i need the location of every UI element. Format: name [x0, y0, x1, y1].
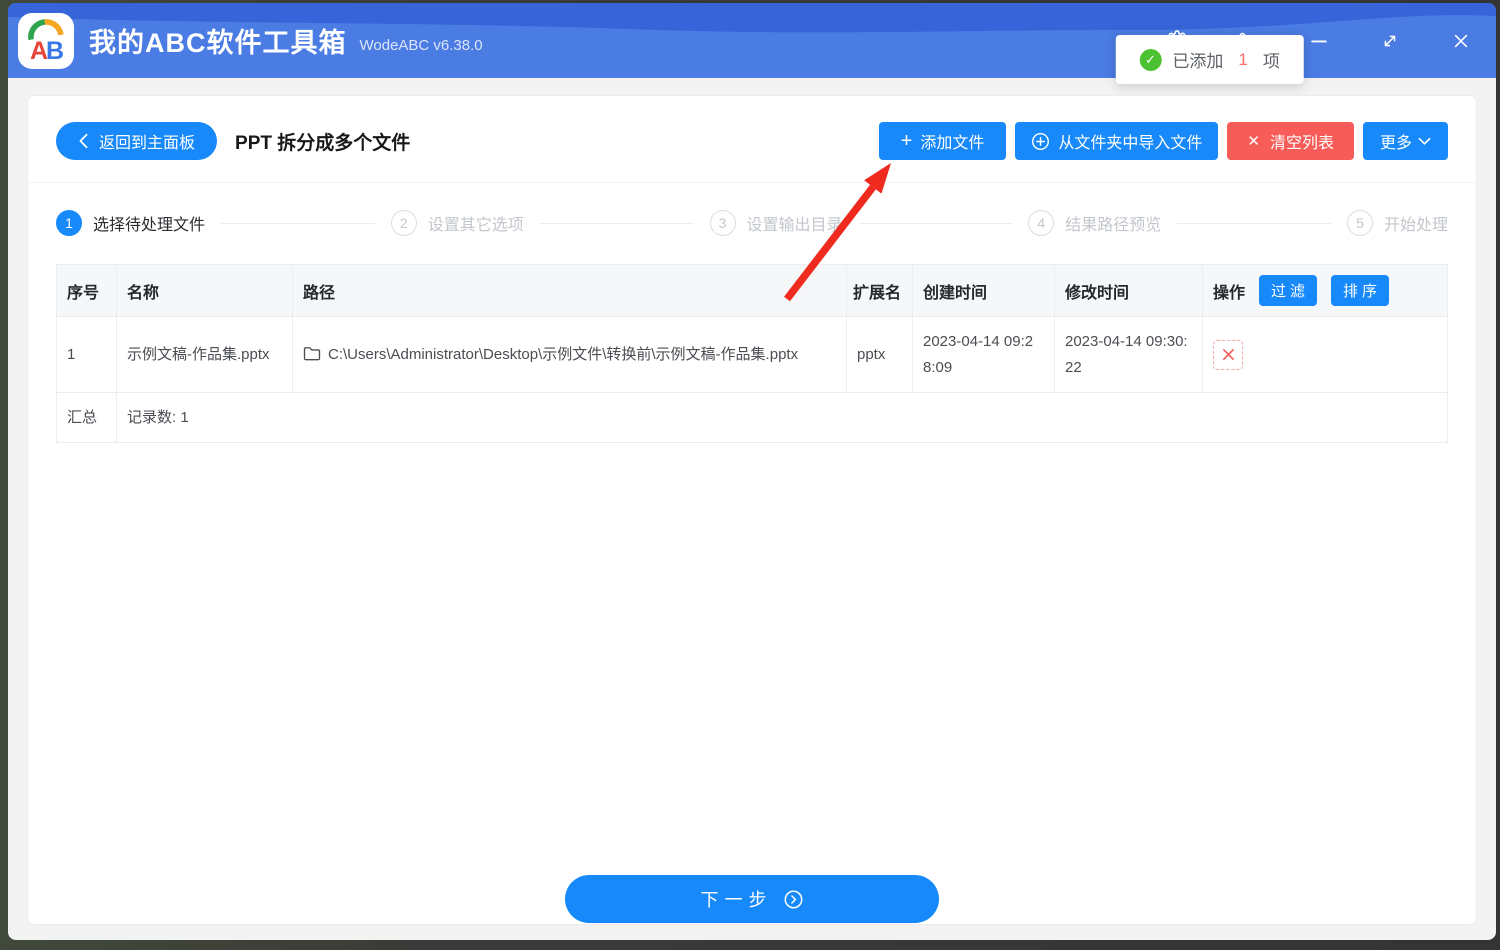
file-table: 序号 名称 路径 扩展名 创建时间 修改时间 操作 过滤 排序 1 示例文稿-作…: [56, 264, 1448, 443]
step-5-number: 5: [1347, 210, 1373, 236]
step-connector: [1177, 222, 1331, 224]
add-files-label: 添加文件: [920, 135, 985, 152]
delete-row-button[interactable]: [1213, 339, 1243, 370]
step-4-result-preview: 4 结果路径预览: [1028, 210, 1161, 236]
table-row: 1 示例文稿-作品集.pptx C:\Users\Administrator\D…: [56, 316, 1448, 393]
add-files-button[interactable]: + 添加文件: [878, 122, 1007, 160]
col-header-name: 名称: [116, 264, 293, 317]
cell-ext: pptx: [846, 316, 913, 393]
step-3-label: 设置输出目录: [746, 217, 843, 234]
next-step-label: 下一步: [700, 890, 773, 910]
circle-arrow-right-icon: [784, 890, 802, 908]
logo-letter-a: A: [29, 36, 48, 65]
step-5-start: 5 开始处理: [1347, 210, 1448, 236]
card-toolbar: 返回到主面板 PPT 拆分成多个文件 + 添加文件 从文件夹中导入文件 ✕ 清空…: [28, 96, 1476, 183]
app-body: 返回到主面板 PPT 拆分成多个文件 + 添加文件 从文件夹中导入文件 ✕ 清空…: [8, 78, 1496, 940]
success-check-icon: ✓: [1139, 48, 1162, 71]
more-label: 更多: [1379, 135, 1412, 152]
maximize-resize-icon[interactable]: [1379, 30, 1401, 52]
step-3-number: 3: [709, 210, 736, 236]
clear-list-button[interactable]: ✕ 清空列表: [1227, 122, 1354, 160]
step-2-label: 设置其它选项: [427, 217, 524, 234]
titlebar: AB 我的ABC软件工具箱 WodeABC v6.38.0 ✓ 已添加 1 项: [8, 3, 1496, 84]
back-to-dashboard-button[interactable]: 返回到主面板: [56, 122, 218, 160]
step-connector: [539, 222, 694, 224]
delete-x-icon: [1222, 349, 1234, 360]
folder-icon: [303, 346, 321, 360]
chevron-left-icon: [79, 133, 88, 149]
summary-text: 记录数: 1: [116, 392, 1448, 443]
col-header-path: 路径: [292, 264, 847, 317]
step-connector: [221, 222, 375, 224]
back-button-label: 返回到主面板: [99, 135, 196, 152]
step-indicator: 1 选择待处理文件 2 设置其它选项 3 设置输出目录 4 结果路径预览 5 开…: [56, 183, 1448, 236]
col-header-modified: 修改时间: [1054, 264, 1203, 317]
app-version: WodeABC v6.38.0: [359, 37, 483, 54]
step-connector: [858, 222, 1013, 224]
table-header-row: 序号 名称 路径 扩展名 创建时间 修改时间 操作 过滤 排序: [56, 264, 1448, 317]
more-button[interactable]: 更多: [1362, 122, 1448, 160]
step-1-select-files: 1 选择待处理文件: [56, 210, 205, 236]
col-header-created: 创建时间: [912, 264, 1055, 317]
plus-icon: +: [900, 130, 913, 152]
cell-name: 示例文稿-作品集.pptx: [116, 316, 293, 393]
summary-label: 汇总: [56, 392, 117, 443]
app-title: 我的ABC软件工具箱: [89, 28, 347, 58]
scissors-icon[interactable]: [1237, 30, 1259, 52]
step-2-number: 2: [390, 210, 417, 236]
toast-count: 1: [1238, 49, 1248, 69]
cell-path: C:\Users\Administrator\Desktop\示例文件\转换前\…: [292, 316, 847, 393]
step-1-label: 选择待处理文件: [93, 217, 206, 234]
step-1-number: 1: [56, 210, 82, 236]
step-5-label: 开始处理: [1384, 217, 1449, 234]
actions-label: 操作: [1213, 284, 1246, 302]
clear-list-label: 清空列表: [1269, 135, 1334, 152]
col-header-index: 序号: [56, 264, 117, 317]
minimize-icon[interactable]: [1308, 30, 1330, 52]
logo-letter-b: B: [46, 36, 64, 65]
chevron-down-icon: [1418, 137, 1431, 145]
col-header-actions: 操作 过滤 排序: [1202, 264, 1448, 317]
next-step-button[interactable]: 下一步: [565, 875, 939, 923]
step-4-label: 结果路径预览: [1065, 217, 1162, 234]
titlebar-actions: [1166, 29, 1472, 52]
next-button-area: 下一步: [56, 875, 1448, 924]
import-from-folder-label: 从文件夹中导入文件: [1058, 135, 1203, 152]
col-header-ext: 扩展名: [846, 264, 913, 317]
settings-gear-icon[interactable]: [1166, 29, 1188, 52]
app-logo: AB: [18, 12, 74, 69]
step-4-number: 4: [1028, 210, 1055, 236]
summary-row: 汇总 记录数: 1: [56, 392, 1448, 443]
main-card: 返回到主面板 PPT 拆分成多个文件 + 添加文件 从文件夹中导入文件 ✕ 清空…: [27, 95, 1477, 925]
filter-button[interactable]: 过滤: [1259, 275, 1318, 306]
circle-plus-icon: [1032, 132, 1050, 150]
app-window: AB 我的ABC软件工具箱 WodeABC v6.38.0 ✓ 已添加1项: [8, 3, 1496, 940]
cell-created: 2023-04-14 09:28:09: [912, 316, 1055, 393]
cell-index: 1: [56, 316, 117, 393]
import-from-folder-button[interactable]: 从文件夹中导入文件: [1015, 122, 1219, 160]
step-3-output-dir: 3 设置输出目录: [709, 210, 843, 236]
clear-x-icon: ✕: [1247, 132, 1260, 150]
step-2-options: 2 设置其它选项: [390, 210, 524, 236]
cell-modified: 2023-04-14 09:30:22: [1054, 316, 1203, 393]
page-title: PPT 拆分成多个文件: [235, 132, 411, 154]
close-icon[interactable]: [1450, 30, 1472, 52]
sort-button[interactable]: 排序: [1331, 275, 1390, 306]
cell-actions: [1202, 316, 1448, 393]
cell-path-text: C:\Users\Administrator\Desktop\示例文件\转换前\…: [328, 345, 799, 363]
